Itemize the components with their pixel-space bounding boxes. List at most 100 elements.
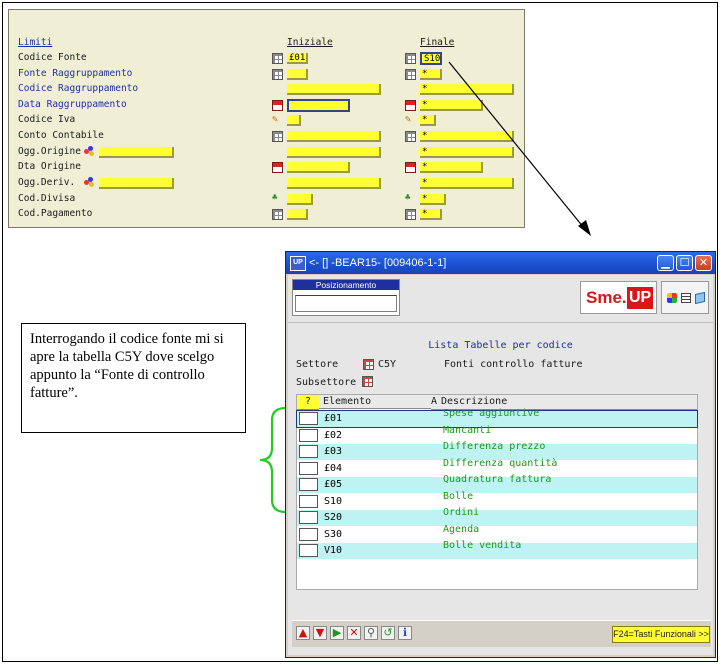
close-button[interactable]: ✕ (695, 255, 712, 271)
codice-fonte-finale-field[interactable]: S10 (420, 52, 442, 65)
table-lookup-icon[interactable] (405, 209, 416, 220)
row-select-box[interactable] (299, 478, 318, 491)
refresh-icon[interactable]: ↺ (381, 626, 395, 640)
calendar-icon[interactable] (405, 100, 416, 111)
calendar-icon[interactable] (405, 162, 416, 173)
label-ogg-deriv: Ogg.Deriv. (18, 177, 76, 188)
conto-contabile-iniziale-field[interactable] (287, 131, 381, 142)
label-cod-pagamento: Cod.Pagamento (18, 208, 93, 219)
cod-divisa-finale-field[interactable]: * (420, 194, 446, 205)
cod-pagamento-finale-field[interactable]: * (420, 209, 442, 220)
ogg-origine-iniziale-field[interactable] (287, 147, 381, 158)
search-icon[interactable]: ⚲ (364, 626, 378, 640)
row-select-box[interactable] (299, 412, 318, 425)
table-lookup-icon[interactable] (363, 359, 374, 370)
limits-form: Limiti Iniziale Finale Codice Fonte £01 … (8, 9, 525, 228)
conto-contabile-finale-field[interactable]: * (420, 131, 514, 142)
table-row[interactable]: S10 Bolle (297, 491, 697, 510)
tabelle-table: ? Elemento A Descrizione £01 Spese aggiu… (296, 394, 698, 590)
row-code: £01 (324, 413, 343, 424)
col-header-a[interactable]: A (431, 395, 441, 410)
label-dta-origine: Dta Origine (18, 161, 81, 172)
row-select-box[interactable] (299, 462, 318, 475)
codice-iva-iniziale-field[interactable] (287, 115, 301, 126)
table-lookup-icon[interactable] (362, 376, 373, 387)
currency-icon[interactable]: ♣ (272, 193, 283, 204)
info-icon[interactable]: ℹ (398, 626, 412, 640)
cod-pagamento-iniziale-field[interactable] (287, 209, 308, 220)
table-lookup-icon[interactable] (405, 131, 416, 142)
arrow-down-icon[interactable]: ▼ (313, 626, 327, 640)
label-ogg-origine: Ogg.Origine (18, 146, 81, 157)
table-lookup-icon[interactable] (272, 131, 283, 142)
row-description: Ordini (443, 507, 480, 518)
row-code: £04 (324, 463, 343, 474)
row-description: Agenda (443, 524, 480, 535)
row-select-box[interactable] (299, 544, 318, 557)
table-lookup-icon[interactable] (272, 209, 283, 220)
ogg-deriv-type-field[interactable] (99, 178, 174, 189)
row-code: S30 (324, 529, 343, 540)
subsettore-label: Subsettore (296, 377, 357, 388)
col-header-elemento[interactable]: Elemento (319, 395, 431, 409)
row-select-box[interactable] (299, 445, 318, 458)
data-raggruppamento-finale-field[interactable]: * (420, 100, 483, 111)
vat-tag-icon[interactable]: ✎ (405, 114, 416, 125)
data-raggruppamento-iniziale-field[interactable] (287, 99, 350, 112)
codice-iva-finale-field[interactable]: * (420, 115, 436, 126)
row-select-box[interactable] (299, 495, 318, 508)
fonte-raggruppamento-iniziale-field[interactable] (287, 69, 308, 80)
codice-fonte-iniziale-field[interactable]: £01 (287, 53, 308, 64)
vat-tag-icon[interactable]: ✎ (272, 114, 283, 125)
minimize-button[interactable]: ▁ (657, 255, 674, 271)
currency-icon[interactable]: ♣ (405, 193, 416, 204)
delete-icon[interactable]: ✕ (347, 626, 361, 640)
codice-raggruppamento-iniziale-field[interactable] (287, 84, 381, 95)
document-icon[interactable] (681, 293, 691, 303)
table-row[interactable]: V10 Bolle vendita (297, 540, 697, 559)
row-description: Differenza quantità (443, 458, 558, 469)
ogg-deriv-iniziale-field[interactable] (287, 178, 381, 189)
row-select-box[interactable] (299, 429, 318, 442)
row-code: £05 (324, 479, 343, 490)
arrow-up-icon[interactable]: ▲ (296, 626, 310, 640)
brace-connector (259, 406, 287, 514)
col-header-select[interactable]: ? (297, 395, 319, 410)
object-type-icon[interactable] (84, 146, 95, 157)
play-icon[interactable]: ▶ (330, 626, 344, 640)
dta-origine-finale-field[interactable]: * (420, 162, 483, 173)
dta-origine-iniziale-field[interactable] (287, 162, 350, 173)
object-type-icon[interactable] (84, 177, 95, 188)
row-description: Spese aggiuntive (443, 408, 540, 419)
table-lookup-icon[interactable] (405, 53, 416, 64)
calendar-icon[interactable] (272, 100, 283, 111)
label-codice-fonte: Codice Fonte (18, 52, 87, 63)
maximize-button[interactable]: ☐ (676, 255, 693, 271)
palette-icon[interactable] (667, 293, 677, 303)
book-icon[interactable] (695, 291, 705, 305)
codice-raggruppamento-finale-field[interactable]: * (420, 84, 514, 95)
table-row[interactable]: S20 Ordini (297, 507, 697, 526)
app-icon: UP (290, 256, 306, 271)
row-select-box[interactable] (299, 528, 318, 541)
posizionamento-input[interactable] (295, 295, 397, 312)
ogg-origine-type-field[interactable] (99, 147, 174, 158)
table-lookup-icon[interactable] (272, 69, 283, 80)
table-lookup-icon[interactable] (272, 53, 283, 64)
f24-function-keys-button[interactable]: F24=Tasti Funzionali >> (612, 626, 710, 643)
title-bar[interactable]: UP <- [] -BEAR15- [009406-1-1] ▁ ☐ ✕ (286, 252, 715, 274)
table-row[interactable]: £05 Quadratura fattura (297, 474, 697, 493)
row-description: Bolle vendita (443, 540, 522, 551)
ogg-deriv-finale-field[interactable]: * (420, 178, 514, 189)
header-iniziale: Iniziale (287, 37, 333, 48)
list-title: Lista Tabelle per codice (428, 340, 573, 351)
calendar-icon[interactable] (272, 162, 283, 173)
ogg-origine-finale-field[interactable]: * (420, 147, 514, 158)
table-row[interactable]: £01 Spese aggiuntive (296, 408, 698, 428)
fonte-raggruppamento-finale-field[interactable]: * (420, 69, 442, 80)
row-select-box[interactable] (299, 511, 318, 524)
cod-divisa-iniziale-field[interactable] (287, 194, 313, 205)
row-code: S10 (324, 496, 343, 507)
table-lookup-icon[interactable] (405, 69, 416, 80)
settore-description: Fonti controllo fatture (444, 359, 583, 370)
